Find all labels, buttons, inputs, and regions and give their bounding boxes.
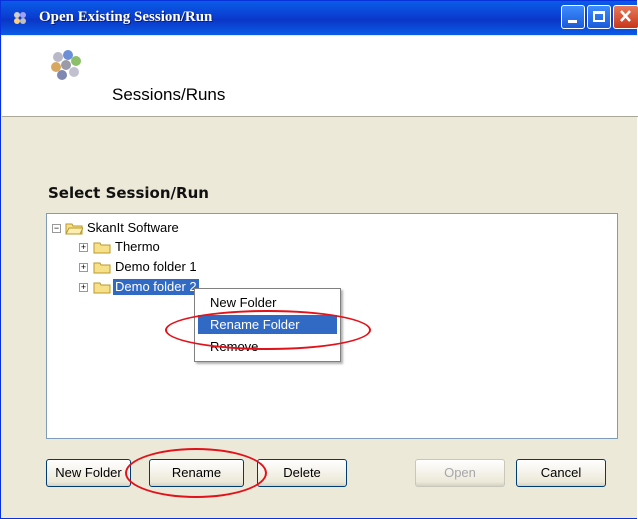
tree-item-label[interactable]: Demo folder 1 bbox=[113, 259, 199, 275]
minimize-button[interactable] bbox=[561, 5, 585, 29]
folder-open-icon bbox=[65, 223, 83, 235]
expand-toggle-icon[interactable]: + bbox=[79, 243, 88, 252]
tree-item-label[interactable]: Thermo bbox=[113, 239, 162, 255]
open-button[interactable]: Open bbox=[415, 459, 505, 487]
menu-item-new-folder[interactable]: New Folder bbox=[198, 293, 337, 312]
close-button[interactable] bbox=[613, 5, 638, 29]
delete-button[interactable]: Delete bbox=[257, 459, 347, 487]
window-title: Open Existing Session/Run bbox=[39, 9, 213, 25]
collapse-toggle-icon[interactable]: − bbox=[52, 224, 61, 233]
maximize-icon bbox=[593, 11, 605, 22]
title-bar[interactable]: Open Existing Session/Run bbox=[1, 1, 638, 35]
context-menu: New Folder Rename Folder Remove bbox=[194, 288, 341, 362]
close-icon bbox=[620, 10, 631, 22]
folder-icon bbox=[93, 282, 111, 294]
select-session-label: Select Session/Run bbox=[48, 184, 209, 202]
sessions-cluster-icon bbox=[51, 50, 81, 80]
tree-item-label-selected[interactable]: Demo folder 2 bbox=[113, 279, 199, 295]
folder-icon bbox=[93, 262, 111, 274]
header-title: Sessions/Runs bbox=[112, 85, 226, 104]
app-icon bbox=[14, 12, 26, 24]
rename-button[interactable]: Rename bbox=[149, 459, 244, 487]
new-folder-button[interactable]: New Folder bbox=[46, 459, 131, 487]
expand-toggle-icon[interactable]: + bbox=[79, 283, 88, 292]
cancel-button[interactable]: Cancel bbox=[516, 459, 606, 487]
maximize-button[interactable] bbox=[587, 5, 611, 29]
expand-toggle-icon[interactable]: + bbox=[79, 263, 88, 272]
menu-item-remove[interactable]: Remove bbox=[198, 337, 337, 356]
tree-root-row[interactable]: − SkanIt Software bbox=[51, 220, 351, 238]
tree-root-label[interactable]: SkanIt Software bbox=[85, 220, 181, 236]
minimize-icon bbox=[568, 20, 577, 23]
menu-item-rename-folder[interactable]: Rename Folder bbox=[198, 315, 337, 334]
tree-item-thermo[interactable]: + Thermo bbox=[79, 239, 379, 257]
dialog-window: Open Existing Session/Run Sessions/Runs … bbox=[0, 0, 638, 519]
folder-icon bbox=[93, 242, 111, 254]
tree-item-demo-folder-1[interactable]: + Demo folder 1 bbox=[79, 259, 379, 277]
header-panel: Sessions/Runs bbox=[2, 36, 638, 117]
